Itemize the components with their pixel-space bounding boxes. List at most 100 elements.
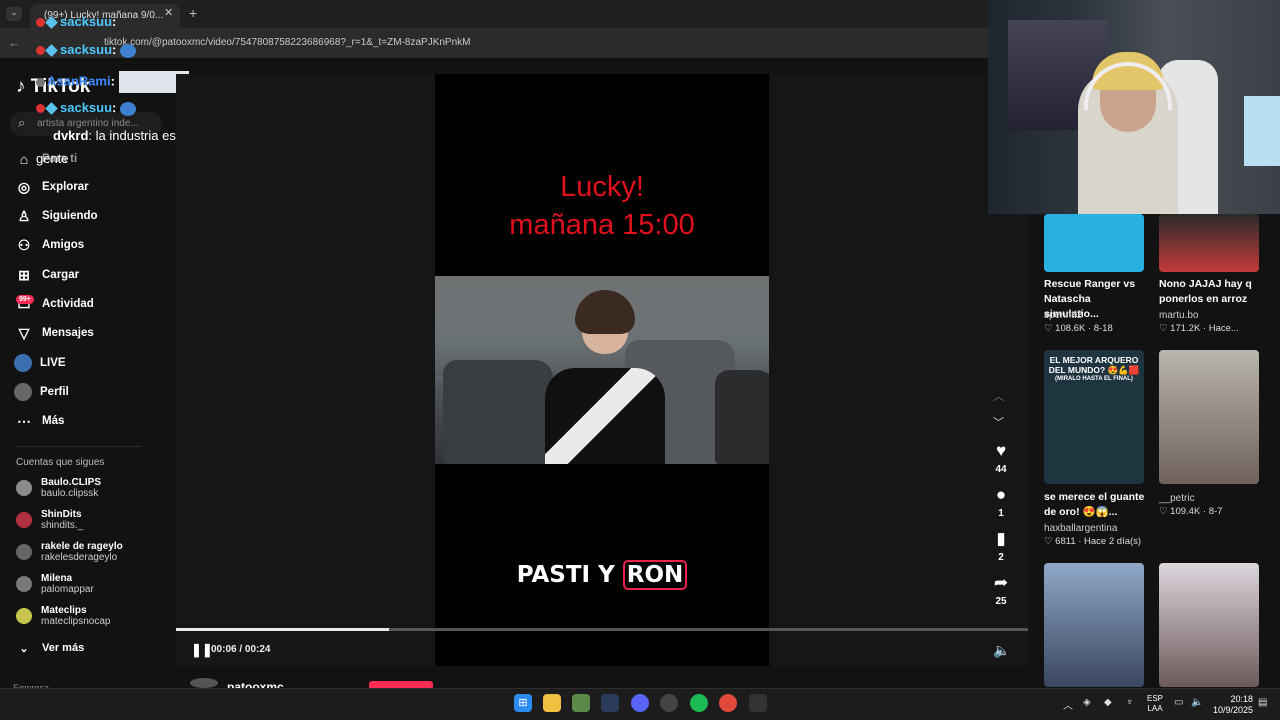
- volume-icon[interactable]: 🔈: [1191, 697, 1203, 708]
- sidebar-item-label: Cargar: [42, 269, 80, 281]
- sidebar-item-label: Amigos: [42, 239, 85, 251]
- heart-icon: ♡: [1044, 536, 1053, 547]
- notification-icon[interactable]: ▤: [1258, 697, 1267, 708]
- video-title[interactable]: Nono JAJAJ hay q ponerlos en arroz: [1159, 277, 1263, 307]
- webcam-overlay: [988, 0, 1280, 214]
- back-arrow-icon[interactable]: ←: [8, 35, 21, 50]
- volume-icon[interactable]: 🔈: [993, 642, 1010, 659]
- friends-icon: ⚇: [17, 236, 31, 253]
- tab-close-icon[interactable]: ✕: [164, 6, 173, 19]
- sidebar-item-label: Explorar: [42, 181, 89, 193]
- avatar: [16, 512, 32, 528]
- home-icon: ⌂: [19, 151, 29, 167]
- like-button[interactable]: ♥ 44: [988, 441, 1014, 475]
- chat-message: sacksuu:: [36, 14, 116, 29]
- discord-icon[interactable]: [631, 694, 649, 712]
- clock[interactable]: 20:18 10/9/2025: [1213, 694, 1253, 716]
- person-body: [545, 368, 665, 464]
- following-account[interactable]: rakele de rageylo rakelesderageylo: [16, 541, 123, 563]
- video-author[interactable]: spenntf2: [1044, 310, 1082, 321]
- video-thumbnail[interactable]: EL MEJOR ARQUERO DEL MUNDO? 😍💪🟥 (MIRALO …: [1044, 350, 1144, 484]
- video-author[interactable]: patooxmc: [227, 680, 284, 688]
- sidebar-item-siguiendo[interactable]: ♙ Siguiendo: [14, 205, 164, 227]
- chevron-up-icon[interactable]: ︿: [1063, 697, 1073, 712]
- next-video-icon[interactable]: ﹀: [993, 414, 1004, 430]
- video-author[interactable]: haxballargentina: [1044, 523, 1117, 534]
- sidebar-item-amigos[interactable]: ⚇ Amigos: [14, 234, 164, 256]
- video-author[interactable]: martu.bo: [1159, 310, 1198, 321]
- video-author[interactable]: __petric: [1159, 493, 1195, 504]
- avatar[interactable]: [190, 678, 218, 688]
- video-caption-top: Lucky! mañana 15:00: [435, 168, 769, 244]
- pause-icon[interactable]: ❚❚: [191, 642, 213, 658]
- following-account[interactable]: ShinDits shindits._: [16, 509, 83, 531]
- badge-icon: [36, 104, 45, 114]
- video-title[interactable]: se merece el guante de oro! 😍😱...: [1044, 490, 1148, 520]
- sidebar-item-live[interactable]: LIVE: [14, 352, 164, 374]
- upload-icon: ⊞: [18, 266, 30, 283]
- video-stats: 109.4K · 8-7: [1170, 506, 1223, 517]
- epic-games-icon[interactable]: [749, 694, 767, 712]
- following-account[interactable]: Milena palomappar: [16, 573, 94, 595]
- date: 10/9/2025: [1213, 705, 1254, 715]
- new-tab-icon[interactable]: +: [189, 5, 197, 21]
- share-count: 25: [995, 596, 1007, 607]
- account-handle: mateclipsnocap: [41, 616, 111, 627]
- video-stats: 6811 · Hace 2 día(s): [1055, 536, 1142, 547]
- video-meta: ♡ 108.6K · 8-18: [1044, 323, 1113, 334]
- steam-icon[interactable]: [601, 694, 619, 712]
- spotify-icon[interactable]: [690, 694, 708, 712]
- app-icon[interactable]: [572, 694, 590, 712]
- account-handle: baulo.clipssk: [41, 488, 99, 499]
- badge-icon: [36, 77, 45, 87]
- emote-icon: [120, 101, 137, 116]
- like-count: 44: [995, 464, 1007, 475]
- sidebar-item-actividad[interactable]: ▭Actividad: [14, 293, 164, 315]
- save-button[interactable]: ▮ 2: [988, 529, 1014, 563]
- sidebar-item-explorar[interactable]: ◎ Explorar: [14, 176, 164, 198]
- follow-button[interactable]: [369, 681, 433, 688]
- video-meta: ♡ 171.2K · Hace...: [1159, 323, 1239, 334]
- video-thumbnail[interactable]: [1044, 214, 1144, 272]
- sidebar-item-cargar[interactable]: ⊞ Cargar: [14, 264, 164, 286]
- see-more-button[interactable]: ⌄ Ver más: [14, 637, 164, 659]
- following-account[interactable]: Baulo.CLIPS baulo.clipssk: [16, 477, 101, 499]
- chat-message: sacksuu:: [36, 100, 137, 116]
- tab-search-button[interactable]: ⌄: [6, 7, 22, 21]
- sidebar-item-label: Mensajes: [42, 327, 94, 339]
- windows-start-icon[interactable]: ⊞: [514, 694, 532, 712]
- tray-icon[interactable]: ◆: [1104, 697, 1112, 708]
- avatar: [16, 608, 32, 624]
- badge-icon: [36, 18, 45, 28]
- emote-icon: [120, 43, 137, 58]
- sidebar-item-perfil[interactable]: Perfil: [14, 381, 164, 403]
- video-thumbnail[interactable]: [1159, 563, 1259, 687]
- video-thumbnail[interactable]: [1044, 563, 1144, 687]
- following-account[interactable]: Mateclips mateclipsnocap: [16, 605, 110, 627]
- tray-icon[interactable]: ◈: [1083, 697, 1091, 708]
- comment-button[interactable]: ● 1: [988, 485, 1014, 519]
- video-thumbnail[interactable]: [1159, 214, 1259, 272]
- previous-video-icon[interactable]: ︿: [993, 388, 1004, 404]
- chevron-down-icon: ⌄: [19, 642, 29, 655]
- video-meta: ♡ 109.4K · 8-7: [1159, 506, 1222, 517]
- following-icon: ♙: [17, 207, 31, 224]
- heart-icon: ♥: [995, 441, 1007, 460]
- file-explorer-icon[interactable]: [543, 694, 561, 712]
- car: [715, 370, 769, 464]
- chat-message: sacksuu:: [36, 42, 137, 58]
- microphone-icon[interactable]: ♆: [1126, 697, 1134, 708]
- network-icon[interactable]: ▭: [1174, 697, 1183, 708]
- share-button[interactable]: ➦ 25: [988, 573, 1014, 607]
- sidebar-item-label: Más: [42, 415, 65, 427]
- chrome-icon[interactable]: [719, 694, 737, 712]
- sidebar-item-mensajes[interactable]: ▽ Mensajes: [14, 322, 164, 344]
- language-indicator[interactable]: ESP LAA: [1147, 694, 1163, 714]
- language: ESP: [1147, 694, 1164, 703]
- video-thumbnail[interactable]: [1159, 350, 1259, 484]
- app-icon[interactable]: [660, 694, 678, 712]
- sidebar-item-mas[interactable]: ⋯ Más: [14, 410, 164, 432]
- video-caption-bottom: PASTI Y RON: [435, 560, 769, 590]
- activity-badge: 99+: [16, 295, 34, 304]
- url-field[interactable]: tiktok.com/@patooxmc/video/7547808758223…: [104, 37, 470, 48]
